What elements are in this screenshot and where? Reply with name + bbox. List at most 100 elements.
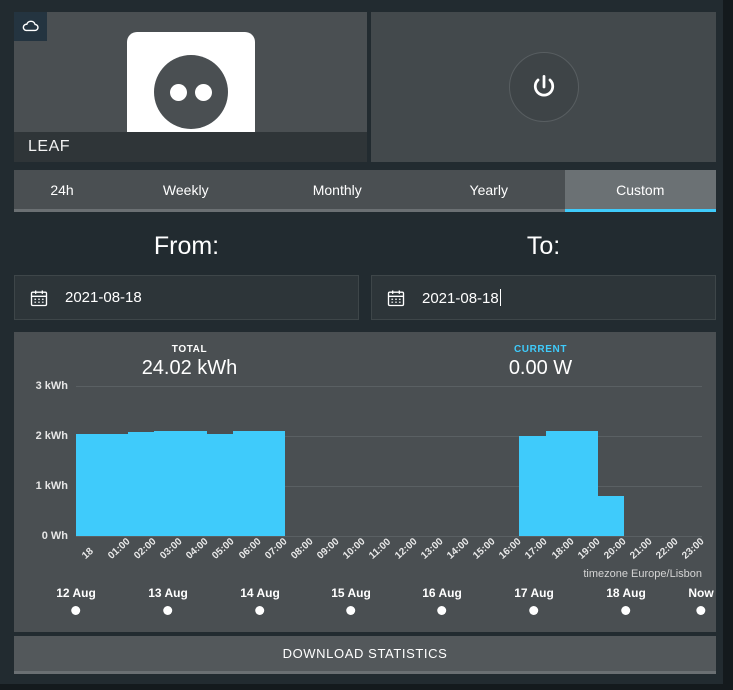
download-statistics-button[interactable]: DOWNLOAD STATISTICS bbox=[14, 636, 716, 674]
power-card bbox=[371, 12, 716, 162]
x-axis-label: 09:00 bbox=[315, 536, 341, 561]
timeline-item-label: 12 Aug bbox=[56, 586, 96, 600]
timeline-item[interactable]: 17 Aug bbox=[514, 586, 554, 615]
chart-bar[interactable] bbox=[598, 496, 625, 536]
total-label: TOTAL bbox=[14, 344, 365, 355]
chart-bar[interactable] bbox=[180, 431, 207, 536]
chart-bar[interactable] bbox=[128, 432, 155, 536]
download-statistics-label: DOWNLOAD STATISTICS bbox=[283, 646, 448, 661]
to-column: To: 2021-08-18 bbox=[371, 222, 716, 327]
x-axis-label: 11:00 bbox=[367, 537, 393, 562]
date-range-selector: From: 2021-08-18 To: 2021-08-18 bbox=[14, 222, 716, 327]
x-axis-label: 22:00 bbox=[654, 536, 680, 561]
x-axis-label: 05:00 bbox=[211, 536, 237, 561]
total-stat: TOTAL 24.02 kWh bbox=[14, 332, 365, 378]
timeline-item[interactable]: Now bbox=[688, 586, 713, 615]
tab-yearly[interactable]: Yearly bbox=[413, 170, 565, 209]
timeline-item-label: 18 Aug bbox=[606, 586, 646, 600]
timeline-item-dot[interactable] bbox=[72, 606, 81, 615]
chart-bar[interactable] bbox=[102, 434, 129, 537]
tab-24h[interactable]: 24h bbox=[14, 170, 110, 209]
total-value: 24.02 kWh bbox=[14, 357, 365, 380]
energy-bar-chart: 3 kWh2 kWh1 kWh0 Wh 1801:0002:0003:0004:… bbox=[14, 386, 702, 536]
timeline-item[interactable]: 15 Aug bbox=[331, 586, 371, 615]
timezone-label: timezone Europe/Lisbon bbox=[583, 568, 702, 580]
timeline-item-label: Now bbox=[688, 586, 713, 600]
timeline-item-dot[interactable] bbox=[347, 606, 356, 615]
day-timeline: timezone Europe/Lisbon 12 Aug 13 Aug 14 Au… bbox=[14, 568, 716, 632]
x-axis-label: 07:00 bbox=[263, 536, 289, 561]
chart-bar[interactable] bbox=[546, 431, 573, 536]
timeline-item-label: 17 Aug bbox=[514, 586, 554, 600]
socket-hole-right bbox=[195, 84, 212, 101]
chart-bars bbox=[76, 386, 702, 536]
device-card[interactable]: LEAF bbox=[14, 12, 367, 162]
to-date-input[interactable]: 2021-08-18 bbox=[371, 275, 716, 320]
timeline-item-label: 14 Aug bbox=[240, 586, 280, 600]
chart-bar[interactable] bbox=[519, 436, 546, 536]
stats-row: TOTAL 24.02 kWh CURRENT 0.00 W bbox=[14, 332, 716, 378]
timeline-item-label: 16 Aug bbox=[422, 586, 462, 600]
x-axis-label: 14:00 bbox=[445, 536, 471, 561]
timeline-item-dot[interactable] bbox=[256, 606, 265, 615]
cloud-icon[interactable] bbox=[14, 12, 47, 41]
x-axis-label: 20:00 bbox=[602, 536, 628, 561]
power-toggle-button[interactable] bbox=[509, 52, 579, 122]
device-header: LEAF bbox=[14, 12, 716, 162]
x-axis-label: 02:00 bbox=[132, 536, 158, 561]
y-axis-label: 0 Wh bbox=[20, 530, 68, 542]
socket-hole-left bbox=[170, 84, 187, 101]
y-axis-label: 1 kWh bbox=[20, 480, 68, 492]
from-date-value: 2021-08-18 bbox=[65, 289, 142, 306]
tab-monthly-label: Monthly bbox=[313, 182, 362, 198]
x-axis-label: 15:00 bbox=[471, 536, 497, 561]
to-label: To: bbox=[371, 222, 716, 275]
timeline-item[interactable]: 13 Aug bbox=[148, 586, 188, 615]
x-axis-label: 23:00 bbox=[680, 536, 706, 561]
timeline-item-dot[interactable] bbox=[438, 606, 447, 615]
to-date-text: 2021-08-18 bbox=[422, 290, 499, 307]
x-axis-label: 13:00 bbox=[419, 536, 445, 561]
x-axis-label: 10:00 bbox=[341, 536, 367, 561]
timeline-item-label: 15 Aug bbox=[331, 586, 371, 600]
tab-weekly-label: Weekly bbox=[163, 182, 209, 198]
from-date-input[interactable]: 2021-08-18 bbox=[14, 275, 359, 320]
x-axis-label: 06:00 bbox=[237, 536, 263, 561]
text-caret bbox=[500, 289, 501, 306]
x-axis-label: 04:00 bbox=[185, 536, 211, 561]
tab-weekly[interactable]: Weekly bbox=[110, 170, 262, 209]
y-axis-label: 3 kWh bbox=[20, 380, 68, 392]
x-axis-label: 01:00 bbox=[106, 536, 132, 561]
chart-bar[interactable] bbox=[206, 434, 233, 537]
timeline-item[interactable]: 12 Aug bbox=[56, 586, 96, 615]
chart-bar[interactable] bbox=[76, 434, 103, 537]
x-axis-label: 08:00 bbox=[289, 536, 315, 561]
y-axis-label: 2 kWh bbox=[20, 430, 68, 442]
x-axis-label: 21:00 bbox=[628, 536, 654, 561]
chart-bar[interactable] bbox=[572, 431, 599, 536]
timeline-item[interactable]: 14 Aug bbox=[240, 586, 280, 615]
from-label: From: bbox=[14, 222, 359, 275]
tab-custom[interactable]: Custom bbox=[565, 170, 717, 209]
socket-face bbox=[154, 55, 228, 129]
x-axis-label: 19:00 bbox=[576, 536, 602, 561]
x-axis-label: 17:00 bbox=[524, 536, 550, 561]
timeline-item-dot[interactable] bbox=[530, 606, 539, 615]
tab-yearly-label: Yearly bbox=[470, 182, 508, 198]
x-axis-label: 16:00 bbox=[498, 536, 524, 561]
timeline-item-dot[interactable] bbox=[164, 606, 173, 615]
gridline bbox=[76, 536, 702, 537]
current-stat: CURRENT 0.00 W bbox=[365, 332, 716, 378]
timeline-item-dot[interactable] bbox=[622, 606, 631, 615]
chart-bar[interactable] bbox=[259, 431, 286, 536]
timeline-item[interactable]: 18 Aug bbox=[606, 586, 646, 615]
chart-bar[interactable] bbox=[154, 431, 181, 536]
x-axis-label: 03:00 bbox=[158, 536, 184, 561]
timeline-item[interactable]: 16 Aug bbox=[422, 586, 462, 615]
tab-24h-label: 24h bbox=[50, 182, 73, 198]
tab-monthly[interactable]: Monthly bbox=[262, 170, 414, 209]
timeline-item-dot[interactable] bbox=[697, 606, 706, 615]
chart-bar[interactable] bbox=[233, 431, 260, 536]
current-label: CURRENT bbox=[365, 344, 716, 355]
x-axis-label: 18:00 bbox=[550, 536, 576, 561]
